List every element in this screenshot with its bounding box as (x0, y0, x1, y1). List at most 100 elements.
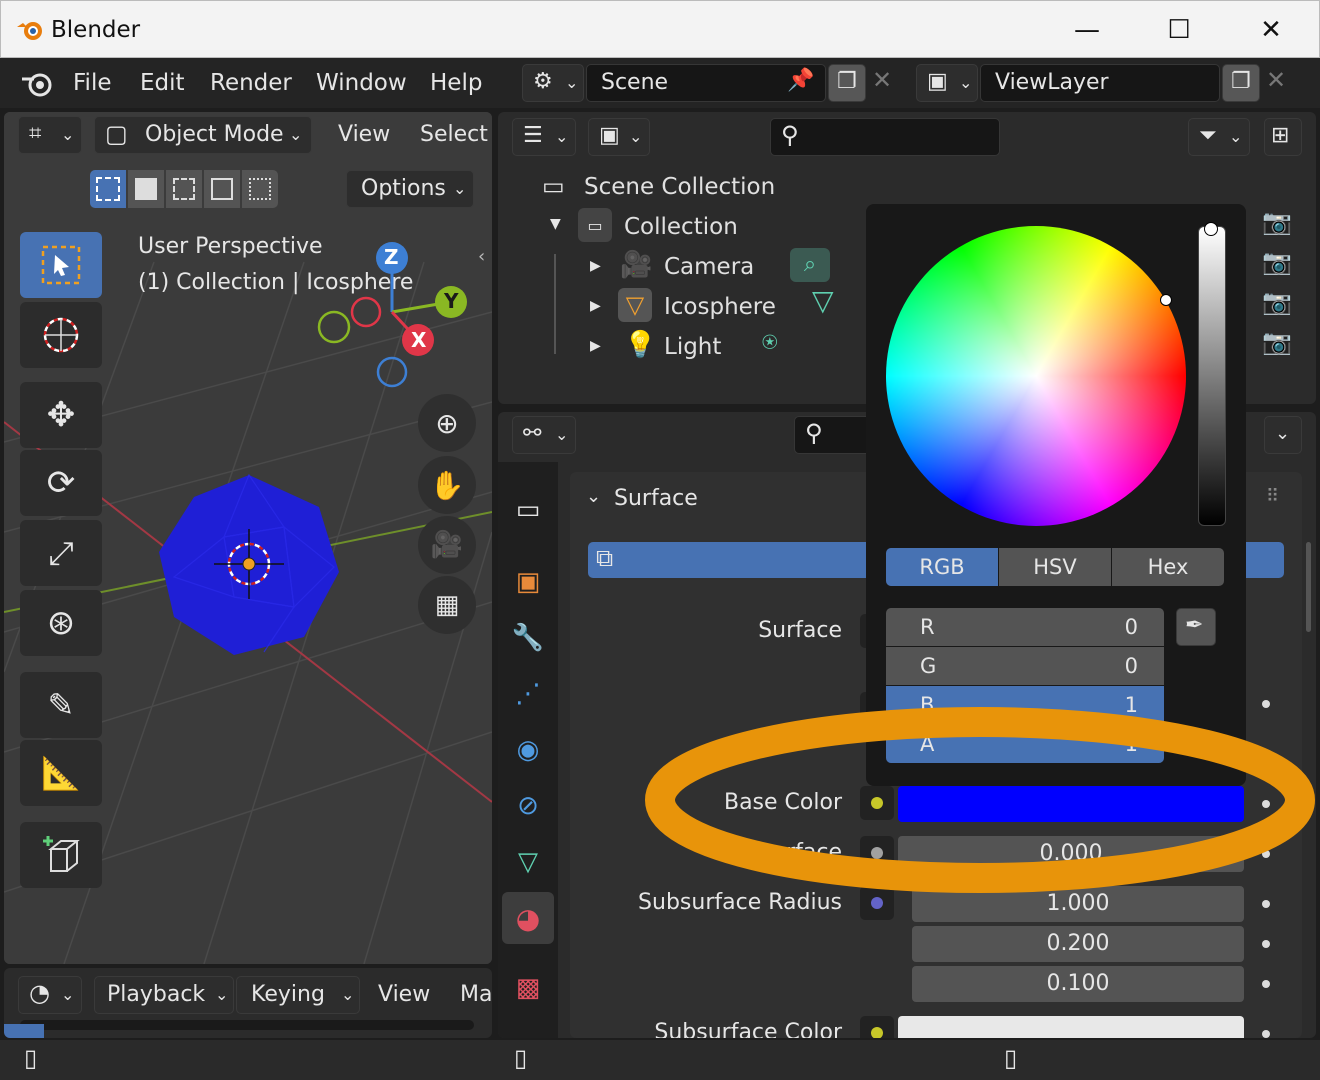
channel-b-field[interactable]: B 1 (886, 686, 1164, 724)
menu-edit[interactable]: Edit (140, 70, 185, 96)
render-visibility-icon[interactable]: 📷 (1262, 328, 1292, 356)
tool-measure[interactable]: 📐 (20, 740, 102, 806)
hue-saturation-wheel[interactable] (886, 226, 1186, 526)
tab-object[interactable]: ▣ (502, 556, 554, 608)
outliner-item-camera[interactable]: Camera (664, 254, 754, 280)
expand-arrow-icon[interactable]: ▶ (590, 258, 601, 274)
view-layer-type-dropdown[interactable]: ▣ ⌄ (916, 64, 978, 102)
tool-transform[interactable]: ⊛ (20, 590, 102, 656)
tool-annotate[interactable]: ✎ (20, 672, 102, 738)
view-layer-name-field[interactable]: ViewLayer (980, 64, 1220, 102)
channel-a-field[interactable]: A 1 (886, 725, 1164, 763)
select-invert-button[interactable] (204, 170, 240, 208)
tool-cursor[interactable] (20, 302, 102, 368)
subsurface-radius-z[interactable]: 0.100 (912, 966, 1244, 1002)
filter-dropdown[interactable]: ⏷ ⌄ (1188, 118, 1250, 156)
current-frame-indicator[interactable] (4, 1024, 44, 1038)
render-visibility-icon[interactable]: 📷 (1262, 288, 1292, 316)
keying-dropdown[interactable]: Keying ⌄ (236, 976, 360, 1014)
tool-move[interactable]: ✥ (20, 382, 102, 448)
scene-name-field[interactable]: Scene 📌 (586, 64, 826, 102)
light-data-icon[interactable]: ⍟ (762, 328, 778, 359)
menu-window[interactable]: Window (316, 70, 407, 96)
object-mode-dropdown[interactable]: ▢ Object Mode ⌄ (94, 116, 312, 154)
maximize-button[interactable]: ☐ (1133, 1, 1225, 59)
expand-arrow-icon[interactable]: ▶ (590, 298, 601, 314)
surface-panel-title[interactable]: Surface (614, 486, 698, 511)
render-visibility-icon[interactable]: 📷 (1262, 248, 1292, 276)
menu-file[interactable]: File (73, 70, 112, 96)
value-slider-handle[interactable] (1204, 222, 1218, 236)
delete-scene-button[interactable]: ✕ (872, 66, 892, 94)
editor-type-dropdown[interactable]: ⌗ ⌄ (18, 116, 82, 154)
base-color-socket[interactable] (860, 786, 894, 820)
keyframe-dot[interactable] (1262, 1030, 1270, 1038)
timeline-view-menu[interactable]: View (378, 982, 430, 1007)
keyframe-dot[interactable] (1262, 800, 1270, 808)
outliner-editor-type-dropdown[interactable]: ☰ ⌄ (512, 118, 576, 156)
outliner-item-light[interactable]: Light (664, 334, 721, 360)
mesh-data-icon[interactable]: ▽ (812, 284, 834, 317)
subsurface-color-swatch[interactable] (898, 1016, 1244, 1038)
select-intersect-button[interactable] (242, 170, 278, 208)
base-color-swatch[interactable] (898, 786, 1244, 822)
properties-scrollbar[interactable] (1306, 542, 1311, 632)
subsurface-field[interactable]: 0.000 (898, 836, 1244, 872)
tool-scale[interactable]: ⤢ (20, 520, 102, 586)
mode-hex-tab[interactable]: Hex (1112, 548, 1224, 586)
eyedropper-button[interactable]: ✒ (1176, 608, 1216, 646)
color-wheel-cursor[interactable] (1160, 294, 1172, 306)
outliner-search-input[interactable]: ⚲ (770, 118, 1000, 156)
tool-rotate[interactable]: ⟳ (20, 450, 102, 516)
panel-collapse-icon[interactable]: ⌄ (586, 486, 601, 507)
mode-hsv-tab[interactable]: HSV (999, 548, 1111, 586)
perspective-toggle-button[interactable]: ▦ (418, 576, 476, 634)
channel-g-field[interactable]: G 0 (886, 647, 1164, 685)
new-view-layer-button[interactable]: ❐ (1222, 64, 1260, 102)
subsurface-radius-x[interactable]: 1.000 (912, 886, 1244, 922)
timeline-editor-type-dropdown[interactable]: ◔ ⌄ (18, 976, 82, 1014)
keyframe-dot[interactable] (1262, 940, 1270, 948)
options-dropdown[interactable]: Options ⌄ (346, 170, 474, 208)
drag-handle-icon[interactable]: ⠿ (1266, 486, 1279, 507)
render-visibility-icon[interactable]: 📷 (1262, 208, 1292, 236)
close-button[interactable]: ✕ (1225, 1, 1317, 59)
new-collection-button[interactable]: ⊞ (1264, 118, 1302, 156)
sidebar-toggle-icon[interactable]: ‹ (478, 246, 485, 267)
new-scene-button[interactable]: ❐ (828, 64, 866, 102)
playback-dropdown[interactable]: Playback ⌄ (94, 976, 234, 1014)
subsurface-color-socket[interactable] (860, 1016, 894, 1038)
outliner-scene-collection[interactable]: Scene Collection (584, 174, 775, 200)
menu-render[interactable]: Render (210, 70, 292, 96)
tab-tool[interactable]: ▭ (502, 484, 554, 536)
expand-arrow-icon[interactable]: ▶ (590, 338, 601, 354)
outliner-item-icosphere[interactable]: Icosphere (664, 294, 776, 320)
subsurface-socket[interactable] (860, 836, 894, 870)
value-slider[interactable] (1198, 226, 1226, 526)
timeline-scrollbar[interactable] (20, 1020, 474, 1030)
tool-add-cube[interactable] (20, 822, 102, 888)
keyframe-dot[interactable] (1262, 900, 1270, 908)
delete-view-layer-button[interactable]: ✕ (1266, 66, 1286, 94)
display-mode-dropdown[interactable]: ▣ ⌄ (588, 118, 650, 156)
properties-options-dropdown[interactable]: ⌄ (1264, 416, 1302, 454)
select-subtract-button[interactable] (166, 170, 202, 208)
blender-menu-icon[interactable] (20, 70, 54, 98)
menu-help[interactable]: Help (430, 70, 482, 96)
scene-type-dropdown[interactable]: ⚙ ⌄ (522, 64, 584, 102)
keyframe-dot[interactable] (1262, 700, 1270, 708)
pin-icon[interactable]: 📌 (787, 68, 814, 93)
pan-button[interactable]: ✋ (418, 456, 476, 514)
camera-data-icon[interactable]: ⌕ (790, 248, 830, 282)
subsurface-radius-socket[interactable] (860, 886, 894, 920)
timeline-marker-menu[interactable]: Ma (460, 982, 492, 1007)
select-new-button[interactable] (90, 170, 126, 208)
minimize-button[interactable]: — (1041, 1, 1133, 59)
subsurface-radius-y[interactable]: 0.200 (912, 926, 1244, 962)
keyframe-dot[interactable] (1262, 980, 1270, 988)
3d-viewport[interactable]: ⌗ ⌄ ▢ Object Mode ⌄ View Select Options (4, 112, 492, 964)
tab-particles[interactable]: ⋰ (502, 668, 554, 720)
icosphere-object[interactable] (154, 467, 344, 657)
outliner-collection[interactable]: Collection (624, 214, 738, 240)
keyframe-dot[interactable] (1262, 750, 1270, 758)
